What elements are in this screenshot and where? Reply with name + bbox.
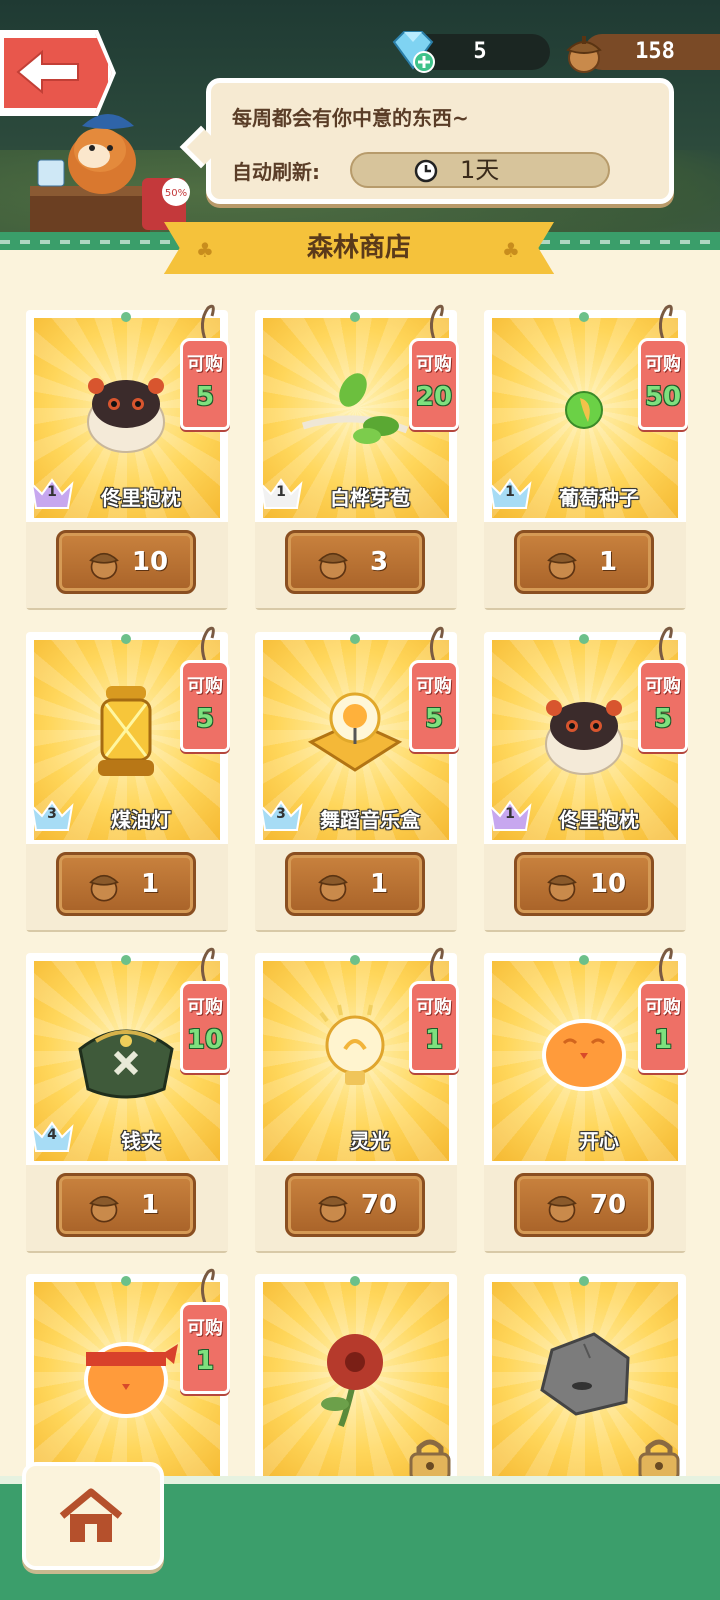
music-box-icon xyxy=(307,692,403,772)
item-price: 70 xyxy=(589,1190,627,1220)
item-price: 1 xyxy=(598,547,618,577)
purchase-limit-label: 可购 xyxy=(645,676,681,697)
item-name: 佟里抱枕 xyxy=(559,808,639,832)
item-name: 白桦芽苞 xyxy=(330,486,410,510)
item-name: 钱夹 xyxy=(121,1129,161,1153)
red-flower-icon xyxy=(321,1334,383,1428)
lantern-icon xyxy=(98,686,154,776)
refresh-value: 1天 xyxy=(460,156,500,184)
shop-item-card[interactable]: 1 葡萄种子 可购 50 1 xyxy=(484,304,688,608)
item-name: 煤油灯 xyxy=(111,808,171,832)
purchase-limit-label: 可购 xyxy=(645,354,681,375)
purchase-limit-label: 可购 xyxy=(416,997,452,1018)
purchase-limit-value: 5 xyxy=(653,704,673,734)
item-price: 70 xyxy=(360,1190,398,1220)
headband-face-icon xyxy=(84,1342,178,1418)
card-pin xyxy=(350,634,360,644)
purchase-limit-value: 20 xyxy=(415,382,453,412)
purchase-limit-value: 50 xyxy=(644,382,682,412)
item-price: 1 xyxy=(369,869,389,899)
shop-item-card[interactable]: 4 钱夹 可购 10 1 xyxy=(26,947,230,1251)
item-price: 1 xyxy=(140,869,160,899)
shop-item-card[interactable]: 1 佟里抱枕 可购 5 10 xyxy=(26,304,230,608)
acorn-count: 158 xyxy=(635,39,675,64)
item-name: 佟里抱枕 xyxy=(101,486,181,510)
clover-icon: ♣ xyxy=(502,238,520,262)
shop-item-card[interactable]: 开心 可购 1 70 xyxy=(484,947,688,1251)
purchase-limit-value: 1 xyxy=(653,1025,673,1055)
card-pin xyxy=(579,634,589,644)
card-pin xyxy=(121,955,131,965)
item-price: 10 xyxy=(589,869,627,899)
purchase-limit-label: 可购 xyxy=(416,354,452,375)
clock-icon xyxy=(414,159,438,183)
purchase-limit-value: 1 xyxy=(195,1346,215,1376)
card-pin xyxy=(350,955,360,965)
purchase-limit-value: 1 xyxy=(424,1025,444,1055)
purchase-limit-label: 可购 xyxy=(187,1318,223,1339)
shop-item-card[interactable]: 1 佟里抱枕 可购 5 10 xyxy=(484,626,688,930)
weekly-message: 每周都会有你中意的东西~ xyxy=(232,106,469,130)
card-pin xyxy=(350,312,360,322)
refresh-label: 自动刷新: xyxy=(232,160,320,184)
happy-face-icon xyxy=(542,1019,626,1091)
lightbulb-icon xyxy=(319,1004,385,1085)
gem-count: 5 xyxy=(473,39,487,64)
rock-icon xyxy=(540,1332,630,1416)
clover-icon: ♣ xyxy=(196,238,214,262)
card-pin xyxy=(579,1276,589,1286)
card-pin xyxy=(579,312,589,322)
shop-item-card[interactable]: 3 舞蹈音乐盒 可购 5 1 xyxy=(255,626,459,930)
card-pin xyxy=(121,1276,131,1286)
grape-seed-icon xyxy=(565,391,603,429)
card-pin xyxy=(350,1276,360,1286)
item-price: 10 xyxy=(131,547,169,577)
purchase-limit-label: 可购 xyxy=(416,676,452,697)
birch-sprout-icon xyxy=(301,373,409,444)
purchase-limit-value: 10 xyxy=(186,1025,224,1055)
shop-title: 森林商店 xyxy=(306,233,411,263)
item-price: 1 xyxy=(140,1190,160,1220)
gem-icon[interactable] xyxy=(388,28,438,74)
home-icon xyxy=(59,1488,123,1542)
shop-item-card[interactable]: 1 白桦芽苞 可购 20 3 xyxy=(255,304,459,608)
item-name: 开心 xyxy=(579,1129,619,1153)
back-arrow-icon xyxy=(16,49,79,95)
shop-item-card[interactable]: 3 煤油灯 可购 5 1 xyxy=(26,626,230,930)
seal-pillow-icon xyxy=(545,700,623,775)
acorn-icon xyxy=(566,36,602,73)
purse-icon xyxy=(78,1029,174,1099)
card-pin xyxy=(579,955,589,965)
lock-icon xyxy=(409,1439,451,1482)
card-pin xyxy=(121,312,131,322)
purchase-limit-value: 5 xyxy=(195,382,215,412)
item-name: 葡萄种子 xyxy=(559,486,639,510)
seal-pillow-icon xyxy=(87,378,165,453)
purchase-limit-label: 可购 xyxy=(645,997,681,1018)
purchase-limit-label: 可购 xyxy=(187,997,223,1018)
purchase-limit-value: 5 xyxy=(195,704,215,734)
card-pin xyxy=(121,634,131,644)
item-price: 3 xyxy=(369,547,389,577)
item-name: 灵光 xyxy=(350,1129,390,1153)
purchase-limit-label: 可购 xyxy=(187,354,223,375)
item-name: 舞蹈音乐盒 xyxy=(320,808,420,832)
shop-item-card[interactable]: 灵光 可购 1 70 xyxy=(255,947,459,1251)
lock-icon xyxy=(638,1439,680,1482)
shopkeeper-fox-icon: 50% xyxy=(30,114,190,238)
purchase-limit-value: 5 xyxy=(424,704,444,734)
purchase-limit-label: 可购 xyxy=(187,676,223,697)
svg-text:50%: 50% xyxy=(165,188,187,199)
